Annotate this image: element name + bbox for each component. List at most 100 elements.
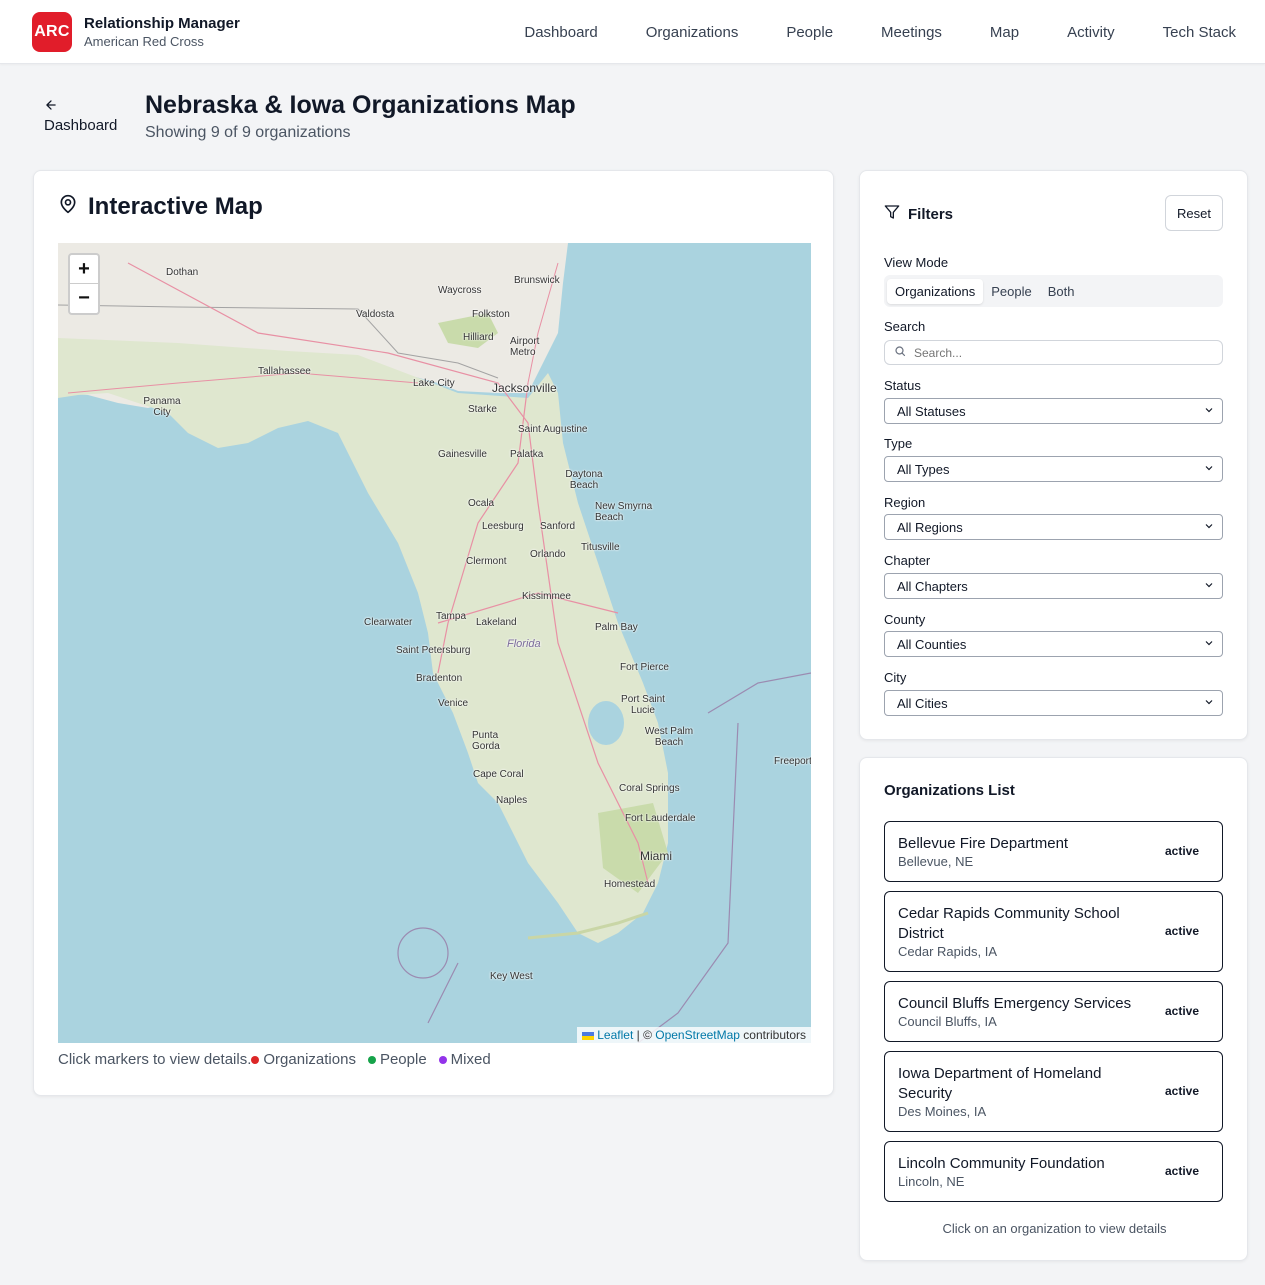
region-select[interactable]: All Regions	[884, 514, 1223, 540]
type-select-value: All Types	[897, 461, 950, 477]
arc-logo[interactable]: ARC	[32, 12, 72, 52]
status-select-value: All Statuses	[897, 403, 966, 419]
view-mode-toggle: Organizations People Both	[884, 275, 1223, 307]
place-label: Naples	[496, 795, 528, 806]
nav-meetings[interactable]: Meetings	[881, 24, 942, 41]
place-label: Saint Petersburg	[396, 645, 471, 656]
purple-dot-icon	[438, 1055, 447, 1064]
organization-card[interactable]: Lincoln Community Foundation Lincoln, NE…	[884, 1141, 1223, 1202]
legend-item-organizations: Organizations	[251, 1051, 356, 1068]
place-label: Lakeland	[476, 617, 517, 628]
chevron-down-icon	[1203, 637, 1215, 652]
zoom-out-button[interactable]: −	[70, 284, 98, 313]
page-title: Nebraska & Iowa Organizations Map	[145, 91, 576, 119]
leaflet-link[interactable]: Leaflet	[597, 1028, 633, 1042]
nav-tech-stack[interactable]: Tech Stack	[1163, 24, 1236, 41]
place-label: Panama City	[143, 396, 181, 418]
place-label: Tampa	[436, 611, 467, 622]
organization-name: Iowa Department of Homeland Security	[898, 1065, 1102, 1102]
search-input[interactable]	[914, 345, 1204, 360]
organization-card[interactable]: Council Bluffs Emergency Services Counci…	[884, 981, 1223, 1042]
search-icon	[894, 344, 906, 362]
zoom-in-button[interactable]: +	[70, 255, 98, 284]
filter-icon	[884, 204, 900, 224]
search-label: Search	[884, 319, 926, 334]
place-label: Hilliard	[463, 332, 494, 343]
region-label: Region	[884, 495, 926, 510]
chevron-down-icon	[1203, 579, 1215, 594]
place-label: Gainesville	[438, 449, 487, 460]
place-label: Airport Metro	[510, 336, 540, 358]
nav-organizations[interactable]: Organizations	[646, 24, 739, 41]
red-dot-icon	[251, 1055, 260, 1064]
organizations-list-hint: Click on an organization to view details	[942, 1221, 1167, 1236]
place-label: Sanford	[540, 521, 576, 532]
place-label: Homestead	[604, 879, 656, 890]
place-label: Key West	[490, 971, 533, 982]
filters-panel: Filters Reset View Mode Organizations Pe…	[859, 170, 1248, 740]
type-label: Type	[884, 436, 913, 451]
view-mode-both[interactable]: Both	[1040, 279, 1083, 304]
organization-city: Lincoln, NE	[898, 1174, 965, 1189]
place-label: Coral Springs	[619, 783, 680, 794]
ukraine-flag-icon	[581, 1031, 594, 1040]
chevron-down-icon	[1203, 462, 1215, 477]
map-card-header: Interactive Map	[58, 193, 263, 221]
organization-card[interactable]: Iowa Department of Homeland Security Des…	[884, 1051, 1223, 1132]
chevron-down-icon	[1203, 404, 1215, 419]
place-label: Jacksonville	[492, 381, 557, 395]
legend-item-mixed: Mixed	[438, 1051, 491, 1068]
city-label: City	[884, 670, 907, 685]
place-label: West Palm Beach	[644, 726, 694, 748]
openstreetmap-link[interactable]: OpenStreetMap	[655, 1028, 740, 1042]
place-label: Clermont	[466, 556, 507, 567]
nav-map[interactable]: Map	[990, 24, 1019, 41]
place-label: Fort Lauderdale	[625, 813, 696, 824]
place-label: Palatka	[510, 449, 544, 460]
reset-button[interactable]: Reset	[1165, 195, 1223, 231]
back-to-dashboard-button[interactable]: Dashboard	[44, 98, 124, 134]
nav-activity[interactable]: Activity	[1067, 24, 1115, 41]
map-card-title: Interactive Map	[88, 193, 263, 220]
place-label: Folkston	[472, 309, 510, 320]
chapter-select-value: All Chapters	[897, 578, 968, 594]
place-label: Lake City	[413, 378, 455, 389]
legend-hint: Click markers to view details.	[58, 1051, 252, 1068]
interactive-map[interactable]: Dothan Waycross Brunswick Valdosta Folks…	[58, 243, 811, 1043]
top-navigation-bar: ARC Relationship Manager American Red Cr…	[0, 0, 1265, 64]
legend-item-people: People	[367, 1051, 427, 1068]
type-select[interactable]: All Types	[884, 456, 1223, 482]
place-label: Waycross	[438, 285, 482, 296]
place-label: Clearwater	[364, 617, 413, 628]
place-label: Fort Pierce	[620, 662, 669, 673]
county-select[interactable]: All Counties	[884, 631, 1223, 657]
search-field[interactable]	[884, 340, 1223, 365]
view-mode-people[interactable]: People	[983, 279, 1039, 304]
nav-people[interactable]: People	[786, 24, 833, 41]
place-label: Valdosta	[356, 309, 395, 320]
attribution-separator: | ©	[633, 1028, 656, 1042]
place-label: Tallahassee	[258, 366, 311, 377]
organization-name: Council Bluffs Emergency Services	[898, 995, 1132, 1012]
county-select-value: All Counties	[897, 636, 967, 652]
filters-header: Filters	[884, 204, 953, 224]
view-mode-label: View Mode	[884, 255, 949, 270]
nav-dashboard[interactable]: Dashboard	[524, 24, 597, 41]
place-label: Orlando	[530, 549, 566, 560]
organization-card[interactable]: Bellevue Fire Department Bellevue, NE ac…	[884, 821, 1223, 882]
zoom-control: + −	[68, 253, 100, 315]
place-label: Port Saint Lucie	[621, 694, 665, 716]
place-label: Punta Gorda	[472, 730, 500, 752]
status-badge: active	[1164, 1084, 1199, 1098]
place-label: Palm Bay	[595, 622, 638, 633]
organization-city: Bellevue, NE	[898, 854, 974, 869]
city-select-value: All Cities	[897, 695, 948, 711]
organization-city: Council Bluffs, IA	[898, 1014, 997, 1029]
city-select[interactable]: All Cities	[884, 690, 1223, 716]
status-select[interactable]: All Statuses	[884, 398, 1223, 424]
chapter-select[interactable]: All Chapters	[884, 573, 1223, 599]
place-label: Dothan	[166, 267, 199, 278]
view-mode-organizations[interactable]: Organizations	[887, 278, 984, 304]
organization-card[interactable]: Cedar Rapids Community School District C…	[884, 891, 1223, 972]
place-label: Freeport	[774, 756, 811, 767]
